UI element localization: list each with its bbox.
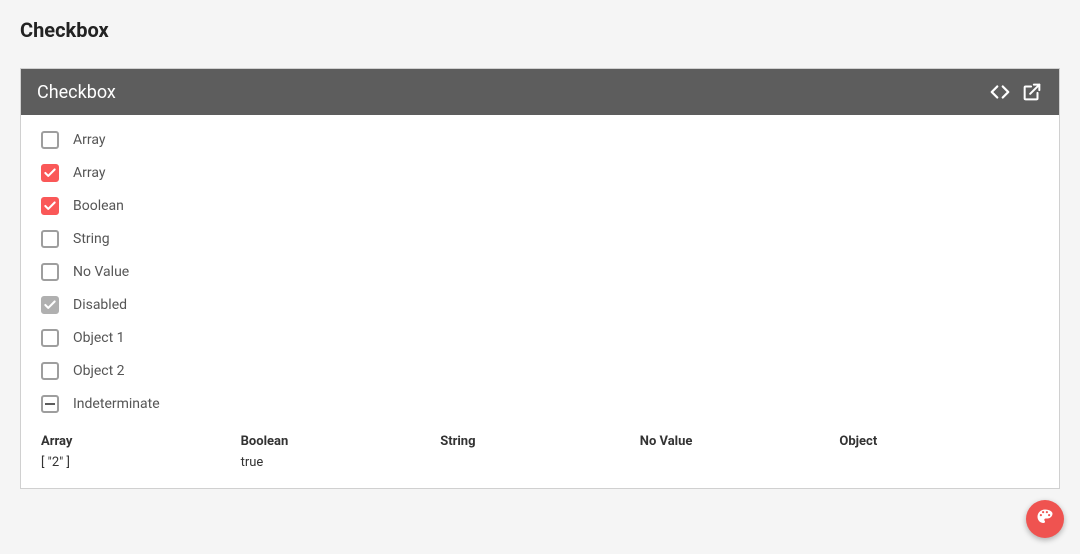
checkbox-label: Object 2 <box>73 363 125 379</box>
checkbox-label: String <box>73 231 110 247</box>
checkbox-row: Object 1 <box>41 329 1039 347</box>
values-row: Array [ "2" ] Boolean true String No Val… <box>41 428 1039 470</box>
panel-header: Checkbox <box>21 69 1059 115</box>
value-cell: [ "2" ] <box>41 455 241 470</box>
checkbox-row: String <box>41 230 1039 248</box>
value-header: Object <box>839 434 1039 449</box>
value-header: Array <box>41 434 241 449</box>
example-panel: Checkbox Array <box>20 68 1060 489</box>
checkbox-row: No Value <box>41 263 1039 281</box>
checkbox-label: Disabled <box>73 297 127 313</box>
value-column: Object <box>839 434 1039 455</box>
checkbox-row: Array <box>41 164 1039 182</box>
value-column: No Value <box>640 434 840 455</box>
page-title: Checkbox <box>20 18 1060 42</box>
checkbox-input-disabled <box>41 296 59 314</box>
checkbox-label: No Value <box>73 264 129 280</box>
theme-fab-button[interactable] <box>1026 500 1064 538</box>
checkbox-label: Boolean <box>73 198 124 214</box>
indeterminate-dash-icon <box>45 403 55 405</box>
panel-body: Array Array Boolean String <box>21 115 1059 488</box>
checkbox-label: Array <box>73 132 105 148</box>
checkbox-input[interactable] <box>41 263 59 281</box>
palette-icon <box>1036 508 1054 530</box>
value-header: No Value <box>640 434 840 449</box>
value-column: Array [ "2" ] <box>41 434 241 470</box>
value-header: String <box>440 434 640 449</box>
value-cell: true <box>241 455 441 470</box>
checkbox-label: Array <box>73 165 105 181</box>
code-toggle-icon[interactable] <box>989 81 1011 103</box>
checkbox-input[interactable] <box>41 131 59 149</box>
checkbox-row: Object 2 <box>41 362 1039 380</box>
checkbox-row: Boolean <box>41 197 1039 215</box>
checkbox-input-indeterminate[interactable] <box>41 395 59 413</box>
value-header: Boolean <box>241 434 441 449</box>
checkbox-label: Object 1 <box>73 330 125 346</box>
open-external-icon[interactable] <box>1021 81 1043 103</box>
value-column: Boolean true <box>241 434 441 470</box>
checkbox-input[interactable] <box>41 164 59 182</box>
panel-header-title: Checkbox <box>37 82 979 103</box>
checkbox-row: Indeterminate <box>41 395 1039 413</box>
checkbox-input[interactable] <box>41 230 59 248</box>
value-column: String <box>440 434 640 455</box>
checkbox-input[interactable] <box>41 329 59 347</box>
checkbox-row: Array <box>41 131 1039 149</box>
checkbox-input[interactable] <box>41 362 59 380</box>
checkbox-input[interactable] <box>41 197 59 215</box>
checkbox-label: Indeterminate <box>73 396 160 412</box>
checkbox-row: Disabled <box>41 296 1039 314</box>
